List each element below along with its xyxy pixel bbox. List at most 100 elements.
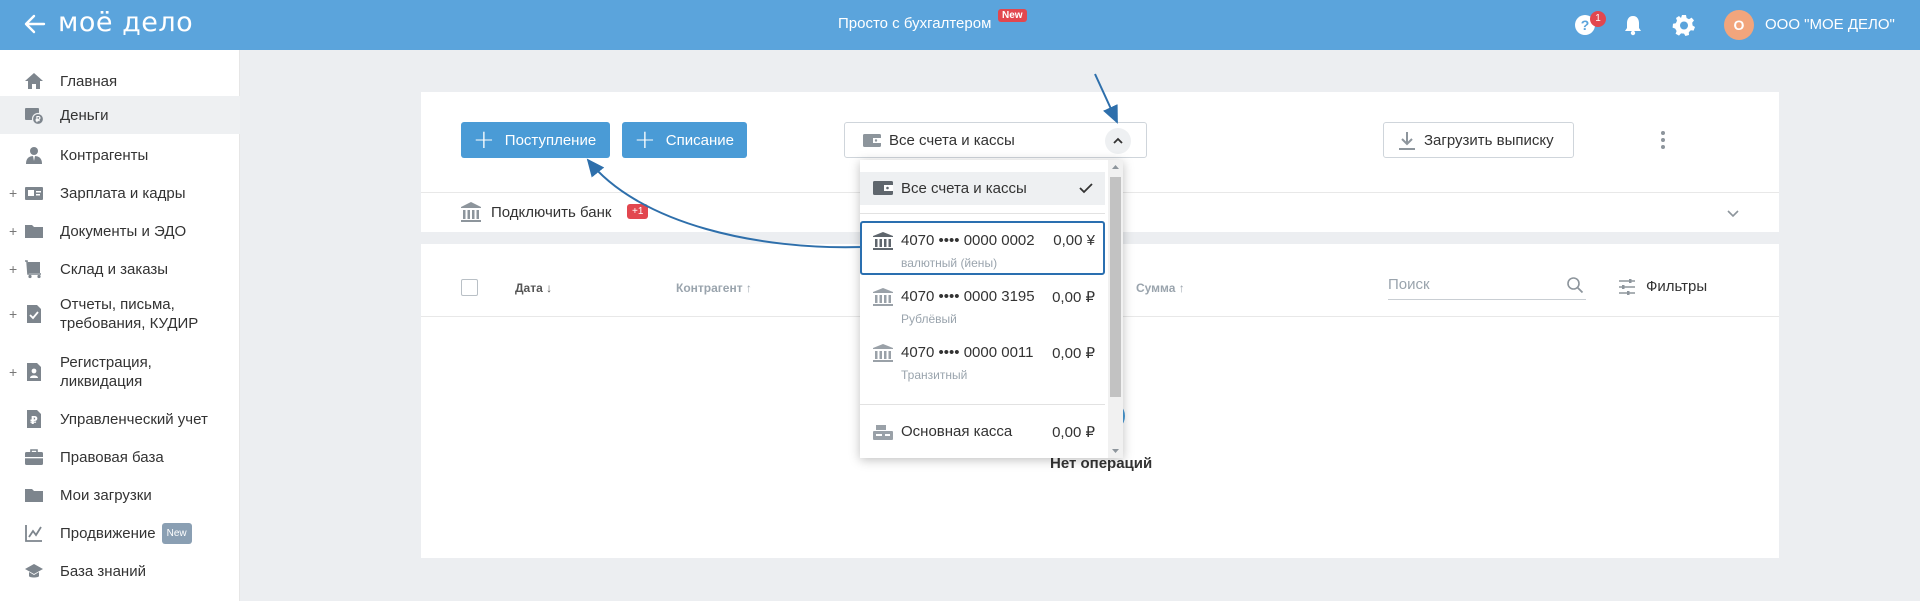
expand-plus-icon[interactable]: + (9, 185, 17, 201)
search-input[interactable]: Поиск (1388, 272, 1586, 300)
account-amount: 0,00 ¥ (1053, 232, 1095, 249)
sidebar-item-home[interactable]: Главная (0, 66, 240, 96)
account-amount: 0,00 ₽ (1052, 289, 1095, 306)
filters-button[interactable]: Фильтры (1646, 278, 1707, 295)
sidebar-item-salary[interactable]: + Зарплата и кадры (0, 178, 240, 208)
gear-icon[interactable] (1671, 12, 1697, 38)
svg-text:₽: ₽ (30, 414, 38, 427)
sidebar-item-reports[interactable]: + Отчеты, письма, требования, КУДИР (0, 290, 240, 338)
scroll-up-arrow-icon[interactable] (1110, 162, 1121, 172)
sidebar-item-label-line2: требования, КУДИР (60, 315, 199, 332)
bank-icon (873, 344, 893, 362)
upload-statement-label: Загрузить выписку (1424, 132, 1554, 149)
wallet-icon (863, 134, 881, 147)
sidebar-item-label: Склад и заказы (60, 260, 169, 278)
promo-new-badge: New (998, 9, 1027, 22)
income-button-label: Поступление (504, 131, 597, 149)
cart-icon (25, 260, 41, 279)
sidebar-item-knowledge[interactable]: База знаний (0, 556, 240, 586)
chevron-down-icon[interactable] (1725, 205, 1741, 221)
organization-name[interactable]: ООО "МОЕ ДЕЛО" (1765, 16, 1895, 33)
filter-sliders-icon[interactable] (1617, 277, 1637, 297)
upload-statement-button[interactable]: Загрузить выписку (1383, 122, 1574, 158)
income-button[interactable]: + Поступление (461, 122, 610, 158)
promo-link[interactable]: Просто с бухгалтером (838, 15, 991, 32)
sidebar-item-money[interactable]: ₽ Деньги (0, 96, 240, 134)
sidebar-item-management[interactable]: ₽ Управленческий учет (0, 404, 240, 434)
search-icon[interactable] (1566, 276, 1584, 294)
briefcase-icon (25, 449, 43, 465)
sidebar-item-label-line2: ликвидация (60, 373, 143, 390)
more-options-icon[interactable] (1656, 128, 1670, 152)
sidebar-item-downloads[interactable]: Мои загрузки (0, 480, 240, 510)
checkmark-icon (1079, 183, 1093, 194)
expense-button-label: Списание (665, 131, 734, 149)
column-date[interactable]: Дата ↓ (515, 281, 552, 295)
expense-button[interactable]: + Списание (622, 122, 747, 158)
account-number: 4070 •••• 0000 0002 (901, 232, 1035, 249)
plus-icon: + (473, 125, 495, 155)
sidebar-item-promotion[interactable]: Продвижение New (0, 518, 240, 548)
avatar[interactable]: О (1724, 10, 1754, 40)
dropdown-item-account[interactable]: 4070 •••• 0000 0011 0,00 ₽ Транзитный (860, 334, 1105, 390)
expand-plus-icon[interactable]: + (9, 223, 17, 239)
column-sum[interactable]: Сумма ↑ (1136, 281, 1185, 295)
divider (860, 404, 1105, 405)
sidebar-item-label-text: Продвижение (60, 524, 156, 542)
sidebar-item-counterparties[interactable]: Контрагенты (0, 140, 240, 170)
plus-icon: + (634, 125, 656, 155)
account-type: валютный (йены) (901, 256, 998, 270)
expand-plus-icon[interactable]: + (9, 306, 17, 322)
bell-icon[interactable] (1620, 12, 1646, 38)
divider (860, 213, 1105, 214)
sidebar-item-label: Продвижение New (60, 522, 192, 544)
sidebar-item-label: Зарплата и кадры (60, 184, 186, 202)
cash-register-icon (873, 425, 893, 440)
expand-plus-icon[interactable]: + (9, 261, 17, 277)
dropdown-scrollbar-thumb[interactable] (1110, 177, 1121, 397)
bank-icon (873, 288, 893, 306)
wallet-icon: ₽ (25, 108, 44, 125)
sidebar-item-legal[interactable]: Правовая база (0, 442, 240, 472)
dropdown-item-account[interactable]: 4070 •••• 0000 0002 0,00 ¥ валютный (йен… (860, 221, 1105, 275)
id-card-icon (25, 187, 43, 200)
sidebar-item-label: Документы и ЭДО (60, 222, 187, 240)
dropdown-item-label: Все счета и кассы (901, 180, 1027, 197)
account-type: Рублёвый (901, 312, 957, 326)
sidebar-item-label: Контрагенты (60, 146, 149, 164)
expand-plus-icon[interactable]: + (9, 364, 17, 380)
dropdown-item-cash[interactable]: Основная касса 0,00 ₽ (860, 412, 1105, 452)
scroll-down-arrow-icon[interactable] (1110, 446, 1121, 456)
graduation-cap-icon (25, 564, 43, 578)
connect-bank-link[interactable]: Подключить банк (491, 204, 611, 221)
account-type: Транзитный (901, 368, 968, 382)
bank-count-badge: +1 (627, 204, 649, 219)
back-arrow-icon[interactable] (22, 11, 48, 37)
chart-icon (25, 525, 42, 542)
sidebar-item-registration[interactable]: + Регистрация, ликвидация (0, 348, 240, 396)
bank-icon (873, 232, 893, 250)
sidebar-item-warehouse[interactable]: + Склад и заказы (0, 254, 240, 284)
cash-name: Основная касса (901, 423, 1013, 440)
sidebar-item-label: Деньги (60, 106, 109, 124)
sidebar-item-documents[interactable]: + Документы и ЭДО (0, 216, 240, 246)
sidebar-item-label: Отчеты, письма, требования, КУДИР (60, 295, 198, 333)
top-bar: моё дело Просто с бухгалтером New ? 1 О … (0, 0, 1920, 50)
sidebar: Главная ₽ Деньги Контрагенты + Зарплата … (0, 50, 240, 601)
column-counterparty[interactable]: Контрагент ↑ (676, 281, 752, 295)
registration-icon (27, 363, 41, 381)
account-select-value: Все счета и кассы (889, 132, 1015, 149)
download-icon (1399, 132, 1415, 150)
account-number: 4070 •••• 0000 0011 (901, 344, 1034, 361)
folder-icon (25, 225, 43, 238)
logo[interactable]: моё дело (58, 7, 193, 38)
help-notification-badge: 1 (1590, 11, 1606, 27)
bank-icon (461, 202, 481, 222)
account-select[interactable]: Все счета и кассы (844, 122, 1147, 158)
select-all-checkbox[interactable] (461, 279, 478, 296)
dropdown-item-account[interactable]: 4070 •••• 0000 3195 0,00 ₽ Рублёвый (860, 278, 1105, 334)
sidebar-item-label: База знаний (60, 562, 146, 580)
sidebar-item-label: Управленческий учет (60, 410, 208, 428)
chevron-up-icon[interactable] (1105, 128, 1131, 154)
dropdown-item-all[interactable]: Все счета и кассы (860, 172, 1105, 205)
